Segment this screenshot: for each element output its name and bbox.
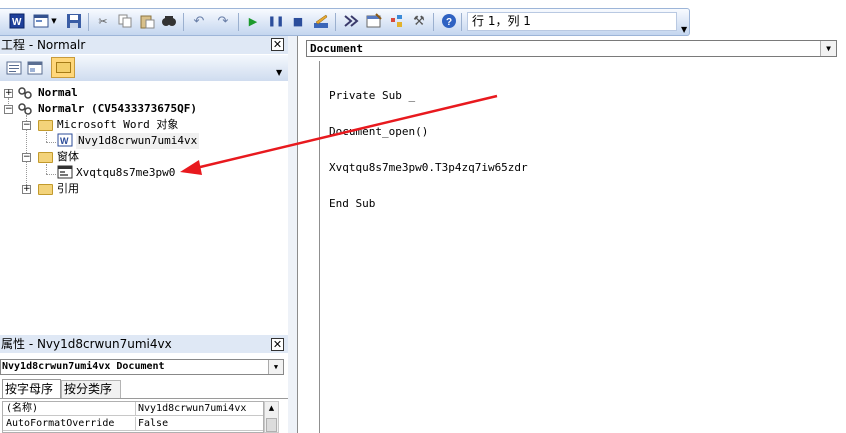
svg-text:W: W xyxy=(12,17,22,28)
word-icon[interactable]: W xyxy=(9,13,25,29)
expand-normal-toggle[interactable]: + xyxy=(4,89,13,98)
code-editor[interactable]: Private Sub _ Document_open() Xvqtqu8s7m… xyxy=(329,66,528,234)
code-line[interactable]: Private Sub _ xyxy=(329,90,528,102)
tree-item-word-objects[interactable]: Microsoft Word 对象 xyxy=(57,117,178,133)
toolbar-options-icon[interactable]: ▼ xyxy=(681,25,687,34)
cut-icon[interactable]: ✂ xyxy=(95,13,111,29)
code-window: Document ▼ Private Sub _ Document_open()… xyxy=(297,36,846,433)
panel-toolbar-more-icon[interactable]: ▼ xyxy=(276,68,282,77)
properties-panel-close-button[interactable]: ✕ xyxy=(271,338,284,351)
scrollbar-thumb[interactable] xyxy=(266,418,277,432)
folder-icon xyxy=(38,184,53,195)
expand-references-toggle[interactable]: + xyxy=(22,185,31,194)
run-icon[interactable]: ▶ xyxy=(245,13,261,29)
svg-text:?: ? xyxy=(446,17,452,28)
properties-panel-title: 属性 - Nvy1d8crwun7umi4vx xyxy=(0,335,288,353)
tree-item-references[interactable]: 引用 xyxy=(57,181,79,197)
project-panel-close-button[interactable]: ✕ xyxy=(271,38,284,51)
collapse-normalr-toggle[interactable]: − xyxy=(4,105,13,114)
design-mode-icon[interactable] xyxy=(313,13,329,29)
toolbar-separator xyxy=(461,13,462,31)
standard-toolbar: W ▼ ✂ ↶ ↷ ▶ ❚❚ ■ ⚒ ? 行 1，列 1 ▼ xyxy=(0,8,690,36)
tree-line xyxy=(46,164,47,174)
collapse-word-objects-toggle[interactable]: − xyxy=(22,121,31,130)
project-panel-title: 工程 - Normalr xyxy=(0,36,288,54)
tree-item-normal[interactable]: Normal xyxy=(38,85,78,101)
copy-icon[interactable] xyxy=(117,13,133,29)
tree-line xyxy=(46,174,56,175)
word-document-icon: W xyxy=(57,133,73,150)
object-select[interactable]: Nvy1d8crwun7umi4vx Document ▼ xyxy=(0,359,284,375)
project-explorer-icon[interactable] xyxy=(343,13,359,29)
project-panel-toolbar: ▼ xyxy=(0,55,288,81)
object-browser-icon[interactable] xyxy=(389,13,405,29)
cursor-position-field: 行 1，列 1 xyxy=(467,12,677,31)
help-icon[interactable]: ? xyxy=(441,13,457,29)
toolbar-separator xyxy=(238,13,239,31)
code-margin-line xyxy=(319,61,320,433)
reset-icon[interactable]: ■ xyxy=(290,13,306,29)
property-value-cell[interactable]: False xyxy=(136,417,263,431)
collapse-forms-toggle[interactable]: − xyxy=(22,153,31,162)
tree-item-document[interactable]: Nvy1d8crwun7umi4vx xyxy=(76,133,200,149)
vba-project-icon xyxy=(17,102,33,119)
chevron-down-icon[interactable]: ▼ xyxy=(820,41,836,56)
tab-divider xyxy=(0,398,288,399)
dropdown-arrow-icon[interactable]: ▼ xyxy=(50,13,58,29)
vba-project-icon xyxy=(17,86,33,103)
properties-panel: 属性 - Nvy1d8crwun7umi4vx ✕ Nvy1d8crwun7um… xyxy=(0,335,288,433)
undo-icon[interactable]: ↶ xyxy=(191,13,207,29)
code-line[interactable]: End Sub xyxy=(329,198,528,210)
tab-categorized[interactable]: 按分类序 xyxy=(61,380,121,399)
property-name-cell[interactable]: AutoFormatOverride xyxy=(3,417,136,431)
property-grid-scrollbar[interactable]: ▲ xyxy=(264,401,279,433)
code-line[interactable]: Xvqtqu8s7me3pw0.T3p4zq7iw65zdr xyxy=(329,162,528,174)
project-explorer-panel: 工程 - Normalr ✕ ▼ + Normal − Normalr (CV5… xyxy=(0,36,289,336)
toolbox-icon[interactable]: ⚒ xyxy=(411,13,427,29)
open-folder-icon xyxy=(38,152,53,163)
properties-window-icon[interactable] xyxy=(366,13,382,29)
object-combo-value: Document xyxy=(310,42,363,55)
panel-splitter[interactable] xyxy=(288,36,297,433)
tree-item-form[interactable]: Xvqtqu8s7me3pw0 xyxy=(76,165,175,181)
redo-icon[interactable]: ↷ xyxy=(215,13,231,29)
property-grid: (名称) Nvy1d8crwun7umi4vx AutoFormatOverri… xyxy=(2,401,264,433)
tree-line xyxy=(46,132,47,142)
paste-icon[interactable] xyxy=(139,13,155,29)
userform-icon xyxy=(57,165,73,182)
toolbar-separator xyxy=(88,13,89,31)
object-combo[interactable]: Document ▼ xyxy=(306,40,837,57)
tree-line xyxy=(46,142,56,143)
toggle-folders-button[interactable] xyxy=(51,57,75,78)
object-select-value: Nvy1d8crwun7umi4vx Document xyxy=(2,361,165,372)
tab-alphabetic[interactable]: 按字母序 xyxy=(2,379,61,399)
save-icon[interactable] xyxy=(66,13,82,29)
code-line[interactable]: Document_open() xyxy=(329,126,528,138)
break-icon[interactable]: ❚❚ xyxy=(268,13,285,29)
toolbar-separator xyxy=(335,13,336,31)
tree-item-forms[interactable]: 窗体 xyxy=(57,149,79,165)
scroll-up-icon[interactable]: ▲ xyxy=(265,402,278,414)
view-object-icon[interactable] xyxy=(27,61,43,78)
property-name-cell[interactable]: (名称) xyxy=(3,402,136,416)
open-folder-icon xyxy=(38,120,53,131)
svg-text:W: W xyxy=(60,136,69,146)
toolbar-separator xyxy=(183,13,184,31)
toolbar-separator xyxy=(433,13,434,31)
insert-userform-icon[interactable] xyxy=(33,13,49,29)
property-value-cell[interactable]: Nvy1d8crwun7umi4vx xyxy=(136,402,263,416)
folder-icon xyxy=(56,62,71,73)
view-code-icon[interactable] xyxy=(6,61,22,78)
chevron-down-icon[interactable]: ▼ xyxy=(268,360,283,374)
tree-item-normalr[interactable]: Normalr (CV5433373675QF) xyxy=(38,101,197,117)
find-icon[interactable] xyxy=(161,13,177,29)
